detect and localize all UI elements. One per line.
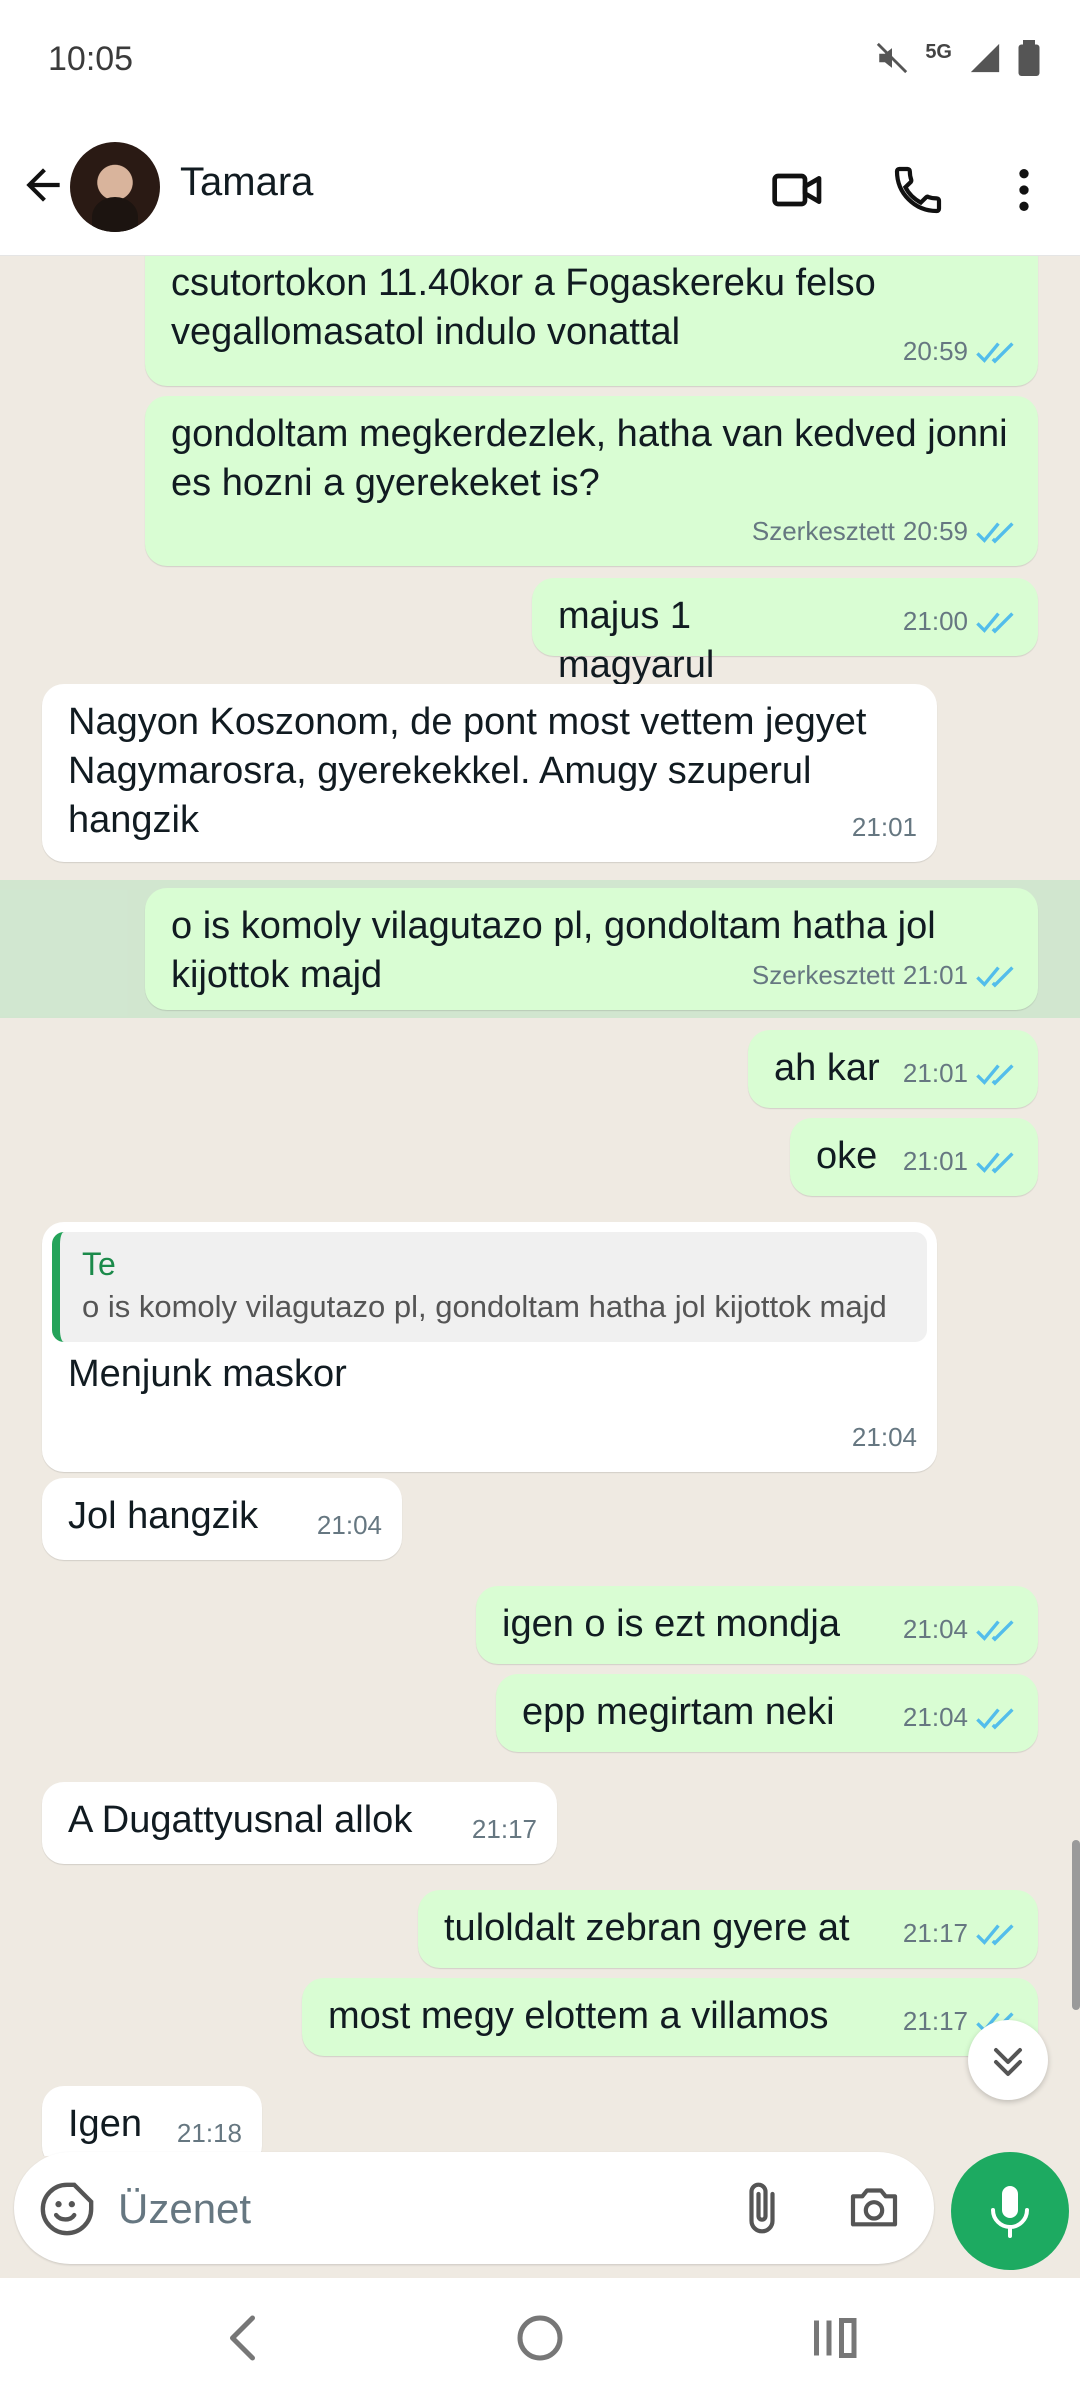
quoted-author: Te <box>82 1246 116 1282</box>
double-check-icon <box>976 611 1014 633</box>
message-text: gondoltam megkerdezlek, hatha van kedved… <box>171 413 1008 504</box>
message-outgoing[interactable]: most megy elottem a villamos 21:17 <box>302 1978 1038 2056</box>
network-type: 5G <box>925 40 952 63</box>
double-check-icon <box>976 1923 1014 1945</box>
voice-message-button[interactable] <box>951 2152 1069 2270</box>
message-time: 20:59 <box>902 336 968 366</box>
message-time: 21:18 <box>176 2118 242 2148</box>
message-time: 21:04 <box>851 1422 917 1452</box>
message-meta: 21:04 <box>903 1693 1018 1742</box>
status-icons: 5G <box>875 40 1040 76</box>
attachment-icon[interactable] <box>734 2180 790 2236</box>
double-check-icon <box>976 341 1014 363</box>
message-outgoing[interactable]: oke 21:01 <box>790 1118 1038 1196</box>
quoted-message[interactable]: Te o is komoly vilagutazo pl, gondoltam … <box>52 1232 927 1342</box>
double-check-icon <box>976 965 1014 987</box>
message-outgoing[interactable]: gyerekestul a hosszuligig gozos kisvasut… <box>145 256 1038 386</box>
video-call-icon[interactable] <box>770 162 826 218</box>
message-meta: 21:17 <box>903 1909 1018 1958</box>
message-outgoing[interactable]: igen o is ezt mondja 21:04 <box>476 1586 1038 1664</box>
nav-home-icon[interactable] <box>510 2308 570 2368</box>
message-time: 21:01 <box>851 812 917 842</box>
message-time: 21:17 <box>902 2006 968 2036</box>
message-outgoing[interactable]: epp megirtam neki 21:04 <box>496 1674 1038 1752</box>
message-time: 21:17 <box>902 1918 968 1948</box>
nav-back-icon[interactable] <box>215 2308 275 2368</box>
message-meta: 21:01 <box>903 1137 1018 1186</box>
signal-icon <box>970 43 1000 73</box>
double-check-icon <box>976 1707 1014 1729</box>
message-incoming-reply[interactable]: Te o is komoly vilagutazo pl, gondoltam … <box>42 1222 937 1472</box>
message-outgoing[interactable]: gondoltam megkerdezlek, hatha van kedved… <box>145 396 1038 566</box>
message-text: Nagyon Koszonom, de pont most vettem jeg… <box>68 701 867 841</box>
sticker-emoji-icon[interactable] <box>38 2180 96 2238</box>
message-time: 21:01 <box>902 1058 968 1088</box>
message-time: 21:04 <box>902 1614 968 1644</box>
double-chevron-down-icon <box>994 2048 1022 2076</box>
double-check-icon <box>976 1619 1014 1641</box>
message-time: 21:04 <box>316 1510 382 1540</box>
message-input[interactable] <box>116 2178 680 2240</box>
message-time: 21:01 <box>902 960 968 990</box>
message-incoming[interactable]: A Dugattyusnal allok 21:17 <box>42 1782 557 1864</box>
battery-icon <box>1018 40 1040 76</box>
scroll-to-bottom-button[interactable] <box>968 2020 1048 2100</box>
message-outgoing[interactable]: o is komoly vilagutazo pl, gondoltam hat… <box>145 888 1038 1010</box>
message-meta: 21:04 <box>317 1501 382 1550</box>
message-meta: 21:17 <box>472 1805 537 1854</box>
contact-name[interactable]: Tamara <box>180 160 313 205</box>
chat-scrollbar[interactable] <box>1072 1840 1080 2010</box>
message-meta: 21:01 <box>852 803 917 852</box>
status-bar: 10:05 5G <box>0 0 1080 120</box>
message-time: 21:17 <box>471 1814 537 1844</box>
message-meta: 21:04 <box>852 1413 917 1462</box>
message-incoming[interactable]: Nagyon Koszonom, de pont most vettem jeg… <box>42 684 937 862</box>
edited-label: Szerkesztett <box>751 960 895 990</box>
message-time: 21:04 <box>902 1702 968 1732</box>
nav-recents-icon[interactable] <box>804 2308 864 2368</box>
message-incoming[interactable]: Igen 21:18 <box>42 2086 262 2156</box>
message-composer <box>14 2152 934 2264</box>
message-incoming[interactable]: Jol hangzik 21:04 <box>42 1478 402 1560</box>
message-outgoing[interactable]: majus 1 magyarul 21:00 <box>532 578 1038 686</box>
message-meta: Szerkesztett 20:59 <box>752 507 1018 556</box>
quoted-text: o is komoly vilagutazo pl, gondoltam hat… <box>82 1289 887 1324</box>
system-navigation-bar <box>0 2278 1080 2400</box>
message-time: 20:59 <box>902 516 968 546</box>
message-time: 21:00 <box>902 606 968 636</box>
message-meta: 21:04 <box>903 1605 1018 1654</box>
message-meta: 21:18 <box>177 2109 242 2156</box>
contact-avatar[interactable] <box>70 142 160 232</box>
message-outgoing[interactable]: ah kar 21:01 <box>748 1030 1038 1108</box>
message-meta: Szerkesztett 21:01 <box>752 951 1018 1000</box>
double-check-icon <box>976 1063 1014 1085</box>
edited-label: Szerkesztett <box>751 516 895 546</box>
status-time: 10:05 <box>48 40 134 78</box>
message-list[interactable]: gyerekestul a hosszuligig gozos kisvasut… <box>0 256 1080 2156</box>
more-options-icon[interactable] <box>996 162 1052 218</box>
message-outgoing[interactable]: tuloldalt zebran gyere at 21:17 <box>418 1890 1038 1968</box>
mute-icon <box>877 42 908 74</box>
message-text: Menjunk maskor <box>68 1353 347 1395</box>
double-check-icon <box>976 1151 1014 1173</box>
camera-icon[interactable] <box>844 2180 904 2236</box>
message-meta: 21:01 <box>903 1049 1018 1098</box>
message-meta: 20:59 <box>903 327 1018 376</box>
message-time: 21:01 <box>902 1146 968 1176</box>
microphone-icon <box>991 2186 1029 2238</box>
chat-header: Tamara <box>0 120 1080 256</box>
back-arrow-icon[interactable] <box>18 160 68 210</box>
double-check-icon <box>976 521 1014 543</box>
message-meta: 21:00 <box>903 597 1018 646</box>
voice-call-icon[interactable] <box>890 162 946 218</box>
